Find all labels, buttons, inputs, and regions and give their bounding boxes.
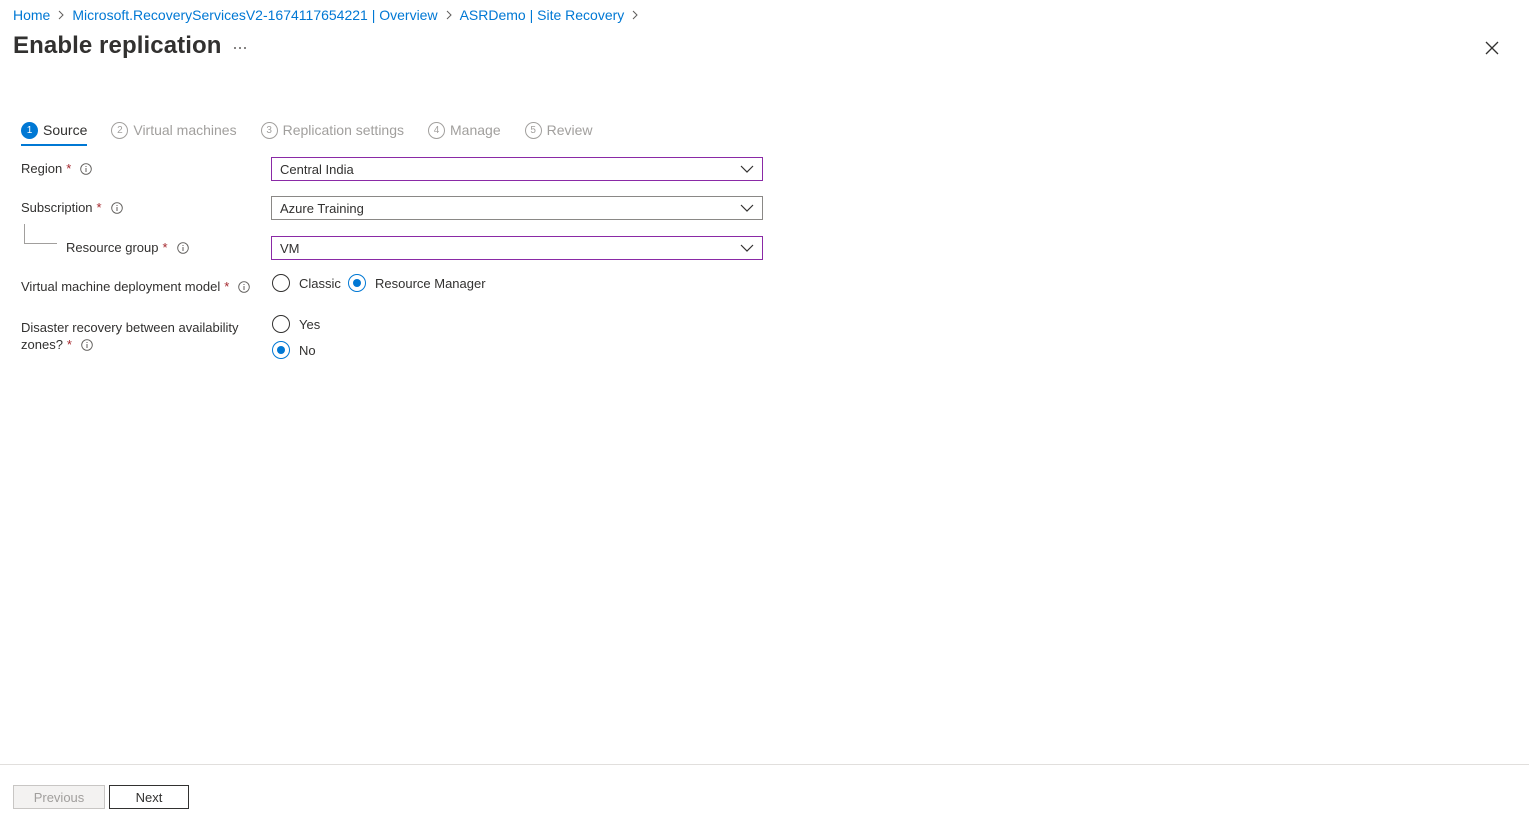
page-title: Enable replication: [13, 32, 222, 59]
tab-label: Manage: [450, 122, 501, 138]
required-marker: *: [66, 161, 72, 176]
required-marker: *: [162, 240, 168, 255]
breadcrumb-site-recovery[interactable]: ASRDemo | Site Recovery: [460, 7, 625, 23]
radio-label: Classic: [299, 275, 341, 291]
more-options-button[interactable]: [228, 36, 252, 60]
breadcrumb-home[interactable]: Home: [13, 7, 50, 23]
tab-source[interactable]: 1 Source: [21, 118, 88, 146]
dr-zones-label-line2: zones?: [21, 337, 63, 352]
next-button[interactable]: Next: [109, 785, 189, 809]
radio-classic[interactable]: Classic: [272, 274, 341, 292]
radio-dr-yes[interactable]: Yes: [272, 315, 320, 333]
chevron-right-icon: [52, 6, 70, 24]
info-icon[interactable]: [110, 201, 123, 214]
region-value: Central India: [280, 161, 354, 177]
resource-group-value: VM: [280, 240, 300, 256]
step-number: 3: [260, 121, 278, 139]
required-marker: *: [96, 200, 102, 215]
region-label: Region *: [21, 161, 93, 176]
ellipsis-icon: [234, 47, 246, 49]
close-icon: [1485, 41, 1499, 55]
radio-circle: [272, 341, 290, 359]
radio-circle: [272, 274, 290, 292]
chevron-down-icon: [740, 244, 754, 252]
radio-label: Resource Manager: [375, 275, 486, 291]
subscription-label: Subscription *: [21, 200, 123, 215]
tab-review[interactable]: 5 Review: [524, 118, 593, 142]
radio-dr-no[interactable]: No: [272, 341, 316, 359]
info-icon[interactable]: [238, 280, 251, 293]
footer-divider: [0, 764, 1529, 765]
radio-label: No: [299, 342, 316, 358]
info-icon[interactable]: [176, 241, 189, 254]
chevron-down-icon: [740, 165, 754, 173]
tree-connector: [24, 224, 57, 244]
chevron-right-icon: [440, 6, 458, 24]
region-dropdown[interactable]: Central India: [271, 157, 763, 181]
required-marker: *: [224, 279, 230, 294]
radio-label: Yes: [299, 316, 321, 332]
radio-circle: [272, 315, 290, 333]
chevron-right-icon: [626, 6, 644, 24]
tab-replication-settings[interactable]: 3 Replication settings: [260, 118, 405, 142]
resource-group-label-text: Resource group: [66, 240, 159, 255]
dr-zones-label-line1: Disaster recovery between availability: [21, 320, 239, 335]
subscription-dropdown[interactable]: Azure Training: [271, 196, 763, 220]
subscription-label-text: Subscription: [21, 200, 93, 215]
tab-label: Replication settings: [282, 122, 405, 138]
resource-group-dropdown[interactable]: VM: [271, 236, 763, 260]
tab-label: Virtual machines: [133, 122, 237, 138]
tab-manage[interactable]: 4 Manage: [428, 118, 501, 142]
wizard-tabs: 1 Source 2 Virtual machines 3 Replicatio…: [21, 116, 617, 146]
info-icon[interactable]: [80, 162, 93, 175]
step-number: 1: [21, 121, 38, 139]
tab-virtual-machines[interactable]: 2 Virtual machines: [111, 118, 237, 142]
region-label-text: Region: [21, 161, 63, 176]
deployment-model-label-text: Virtual machine deployment model: [21, 279, 221, 294]
tab-label: Review: [546, 122, 593, 138]
close-button[interactable]: [1480, 36, 1504, 60]
info-icon[interactable]: [81, 338, 93, 351]
chevron-down-icon: [740, 204, 754, 212]
subscription-value: Azure Training: [280, 200, 364, 216]
step-number: 4: [428, 121, 446, 139]
radio-circle: [348, 274, 366, 292]
breadcrumb: Home Microsoft.RecoveryServicesV2-167411…: [13, 6, 646, 24]
dr-zones-label-line2-row: zones? *: [21, 337, 93, 352]
radio-resource-manager[interactable]: Resource Manager: [348, 274, 486, 292]
tab-label: Source: [43, 122, 88, 138]
deployment-model-label: Virtual machine deployment model *: [21, 279, 251, 294]
required-marker: *: [66, 337, 72, 352]
enable-replication-page: Home Microsoft.RecoveryServicesV2-167411…: [0, 0, 1529, 821]
dr-zones-label: Disaster recovery between availability z…: [21, 320, 238, 352]
previous-button[interactable]: Previous: [13, 785, 105, 809]
breadcrumb-vault-overview[interactable]: Microsoft.RecoveryServicesV2-16741176542…: [72, 7, 437, 23]
step-number: 5: [524, 121, 542, 139]
resource-group-label: Resource group *: [66, 240, 189, 255]
step-number: 2: [111, 121, 129, 139]
